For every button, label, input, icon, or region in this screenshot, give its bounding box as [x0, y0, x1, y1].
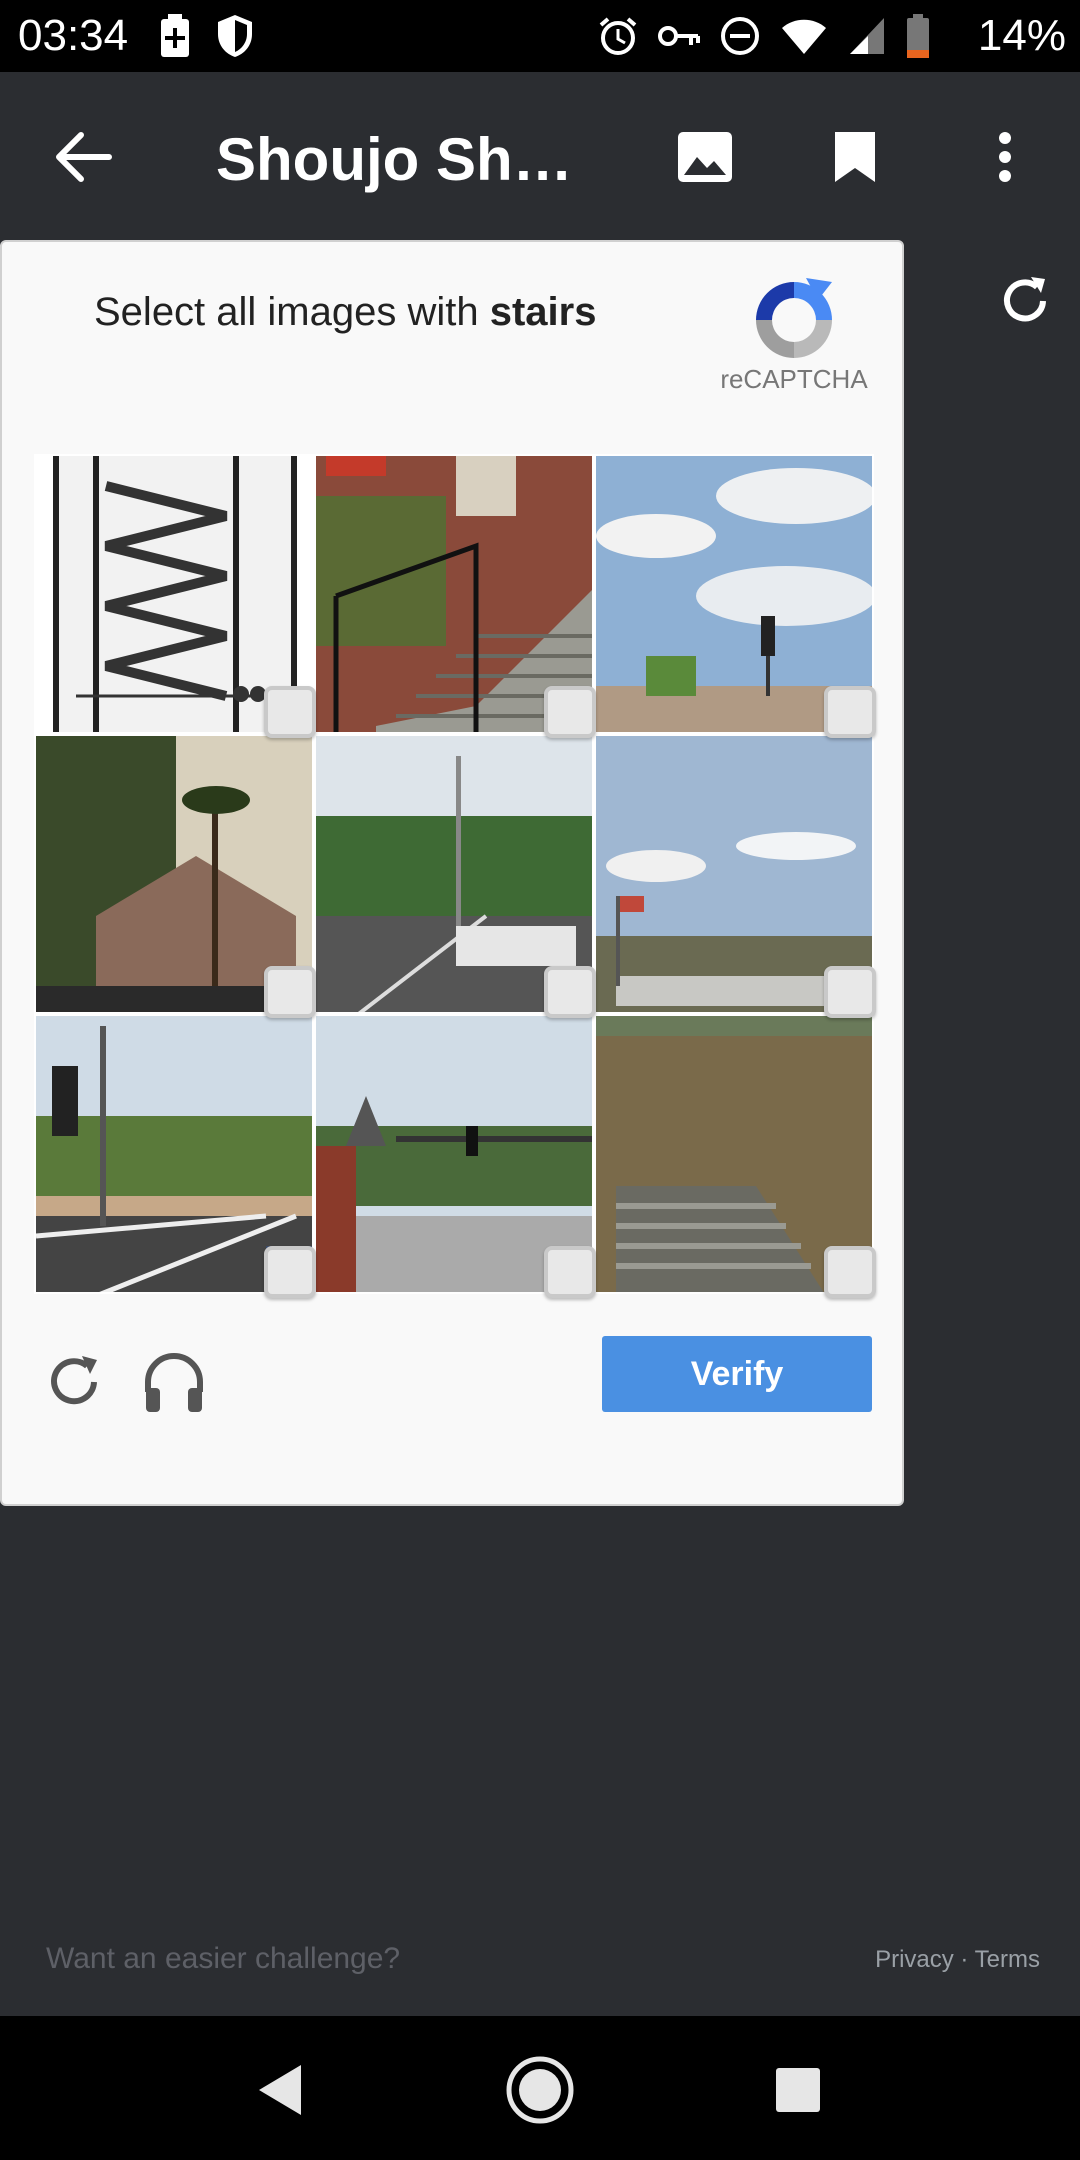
- tile-3-checkbox[interactable]: [824, 686, 876, 738]
- page-refresh-icon[interactable]: [980, 256, 1070, 346]
- do-not-disturb-icon: [720, 16, 760, 61]
- tile-9-checkbox[interactable]: [824, 1246, 876, 1298]
- verify-button[interactable]: Verify: [602, 1336, 872, 1412]
- recaptcha-logo-icon: [746, 272, 842, 368]
- recaptcha-label: reCAPTCHA: [720, 364, 868, 394]
- nav-recents-icon[interactable]: [758, 2050, 838, 2130]
- bookmark-icon[interactable]: [810, 112, 900, 202]
- captcha-prompt-target: stairs: [489, 290, 597, 334]
- privacy-link[interactable]: Privacy: [875, 1946, 954, 1973]
- page-title: Shoujo Shuu...: [216, 126, 606, 193]
- nav-bar: [0, 2016, 1080, 2160]
- footer-separator: ·: [953, 1946, 975, 1973]
- nav-home-icon[interactable]: [500, 2050, 580, 2130]
- alarm-icon: [598, 16, 638, 61]
- status-time: 03:34: [18, 11, 129, 60]
- tile-1-checkbox[interactable]: [264, 686, 316, 738]
- captcha-prompt: Select all images with stairs: [94, 286, 596, 338]
- tile-6-checkbox[interactable]: [824, 966, 876, 1018]
- image-icon[interactable]: [660, 112, 750, 202]
- signal-icon: [848, 16, 886, 61]
- battery-percent: 14%: [977, 11, 1066, 60]
- tile-7-checkbox[interactable]: [264, 1246, 316, 1298]
- arrow-back-icon[interactable]: [38, 112, 128, 202]
- battery-icon: [906, 14, 930, 63]
- tile-2-checkbox[interactable]: [544, 686, 596, 738]
- shield-icon: [216, 14, 254, 63]
- nav-back-icon[interactable]: [240, 2050, 320, 2130]
- reload-icon[interactable]: [40, 1348, 108, 1416]
- footer-links: Privacy · Terms: [875, 1946, 1040, 1974]
- app-bar: Shoujo Shuu...: [0, 72, 1080, 240]
- vpn-key-icon: [658, 21, 700, 56]
- easier-challenge-link[interactable]: Want an easier challenge?: [46, 1942, 400, 1976]
- battery-saver-icon: [160, 14, 190, 63]
- tile-8-checkbox[interactable]: [544, 1246, 596, 1298]
- headphones-icon[interactable]: [140, 1348, 208, 1416]
- status-bar: 03:34 14%: [0, 0, 1080, 72]
- tile-4-checkbox[interactable]: [264, 966, 316, 1018]
- terms-link[interactable]: Terms: [975, 1946, 1040, 1973]
- captcha-dialog: Select all images with stairs reCAPTCHA: [0, 240, 904, 1506]
- captcha-prompt-prefix: Select all images with: [94, 290, 490, 334]
- tile-5-checkbox[interactable]: [544, 966, 596, 1018]
- wifi-icon: [780, 16, 828, 61]
- captcha-image-grid: [34, 454, 876, 1298]
- more-vert-icon[interactable]: [960, 112, 1050, 202]
